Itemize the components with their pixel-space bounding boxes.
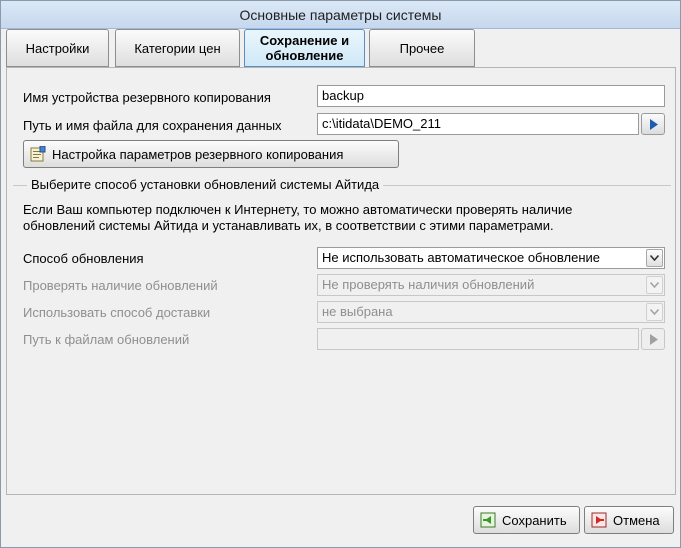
backup-device-label: Имя устройства резервного копирования — [23, 90, 271, 105]
tab-other[interactable]: Прочее — [369, 29, 475, 67]
tab-settings[interactable]: Настройки — [6, 29, 109, 67]
backup-settings-button-label: Настройка параметров резервного копирова… — [52, 146, 344, 162]
update-description-line1: Если Ваш компьютер подключен к Интернету… — [23, 202, 573, 217]
chevron-down-icon[interactable] — [646, 276, 663, 294]
cancel-button[interactable]: Отмена — [584, 506, 674, 534]
window-title: Основные параметры системы — [1, 1, 680, 29]
tab-price-categories[interactable]: Категории цен — [115, 29, 240, 67]
delivery-method-label: Использовать способ доставки — [23, 305, 211, 320]
cancel-button-label: Отмена — [613, 512, 660, 528]
play-arrow-icon — [650, 334, 658, 345]
tab-price-categories-label: Категории цен — [134, 40, 221, 56]
settings-window: Основные параметры системы Настройки Кат… — [0, 0, 681, 548]
tab-backup-update-line1: Сохранение и — [259, 33, 350, 48]
tab-backup-update[interactable]: Сохранение и обновление — [244, 29, 365, 67]
update-method-value: Не использовать автоматическое обновлени… — [322, 250, 600, 265]
update-files-path-browse-button[interactable] — [641, 328, 665, 350]
update-files-path-input[interactable] — [317, 328, 639, 350]
update-method-select[interactable]: Не использовать автоматическое обновлени… — [317, 247, 665, 269]
update-group-title: Выберите способ установки обновлений сис… — [27, 177, 384, 192]
backup-device-input[interactable]: backup — [317, 85, 665, 107]
delivery-method-value: не выбрана — [322, 304, 393, 319]
tab-backup-update-line2: обновление — [265, 48, 344, 63]
tab-backup-update-label: Сохранение и обновление — [260, 33, 349, 63]
update-description-line2: обновлений системы Айтида и устанавливат… — [23, 218, 554, 233]
backup-settings-button[interactable]: Настройка параметров резервного копирова… — [23, 140, 399, 168]
play-arrow-icon — [650, 119, 658, 130]
tab-other-label: Прочее — [399, 40, 445, 56]
backup-path-input[interactable]: c:\itidata\DEMO_211 — [317, 113, 639, 135]
backup-path-label: Путь и имя файла для сохранения данных — [23, 118, 282, 133]
check-updates-label: Проверять наличие обновлений — [23, 278, 218, 293]
save-button[interactable]: Сохранить — [473, 506, 580, 534]
tab-panel: Имя устройства резервного копирования ba… — [6, 67, 676, 495]
chevron-down-icon[interactable] — [646, 249, 663, 267]
update-files-path-label: Путь к файлам обновлений — [23, 332, 190, 347]
backup-path-browse-button[interactable] — [641, 113, 665, 135]
save-button-label: Сохранить — [502, 512, 567, 528]
update-method-label: Способ обновления — [23, 251, 144, 266]
check-updates-value: Не проверять наличия обновлений — [322, 277, 535, 292]
tab-settings-label: Настройки — [25, 40, 90, 56]
chevron-down-icon[interactable] — [646, 303, 663, 321]
check-updates-select[interactable]: Не проверять наличия обновлений — [317, 274, 665, 296]
cancel-icon — [591, 512, 607, 528]
save-icon — [480, 512, 496, 528]
delivery-method-select[interactable]: не выбрана — [317, 301, 665, 323]
backup-settings-icon — [30, 145, 46, 162]
